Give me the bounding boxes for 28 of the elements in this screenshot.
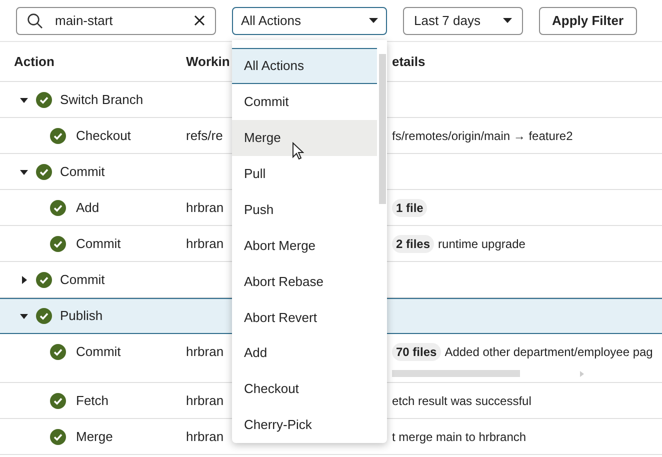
column-header: Workin [186, 54, 230, 69]
file-count-badge: 1 file [392, 198, 428, 216]
column-header: Action [14, 54, 54, 69]
working-cell: hrbran [186, 344, 224, 360]
details-cell-text: t merge main to hrbranch [392, 428, 526, 446]
working-cell: hrbran [186, 200, 224, 215]
search-value: main-start [55, 12, 114, 30]
action-name: Add [76, 198, 100, 217]
working-cell: hrbran [186, 428, 224, 444]
file-count-badge: 70 files [392, 343, 441, 361]
working-cell: hrbran [186, 236, 224, 251]
action-name: Commit [76, 234, 121, 253]
action-name: Publish [60, 307, 103, 326]
action-name: Switch Branch [60, 90, 144, 109]
action-name: Commit [60, 270, 105, 289]
action-name: Checkout [76, 126, 131, 145]
action-name: Fetch [76, 392, 109, 410]
column-header: etails [392, 54, 426, 69]
working-cell: hrbran [186, 392, 224, 408]
file-count-badge: 2 files [392, 234, 434, 252]
details-cell-text: fs/remotes/origin/main → feature2 [392, 128, 573, 144]
details-cell-text: Added other department/employee pag [444, 344, 653, 361]
working-cell: refs/re [186, 128, 223, 143]
action-name: Commit [76, 343, 121, 362]
details-cell-text: runtime upgrade [438, 236, 526, 252]
action-name: Merge [76, 428, 113, 446]
details-cell-text: etch result was successful [392, 392, 532, 410]
action-name: Commit [60, 162, 105, 181]
